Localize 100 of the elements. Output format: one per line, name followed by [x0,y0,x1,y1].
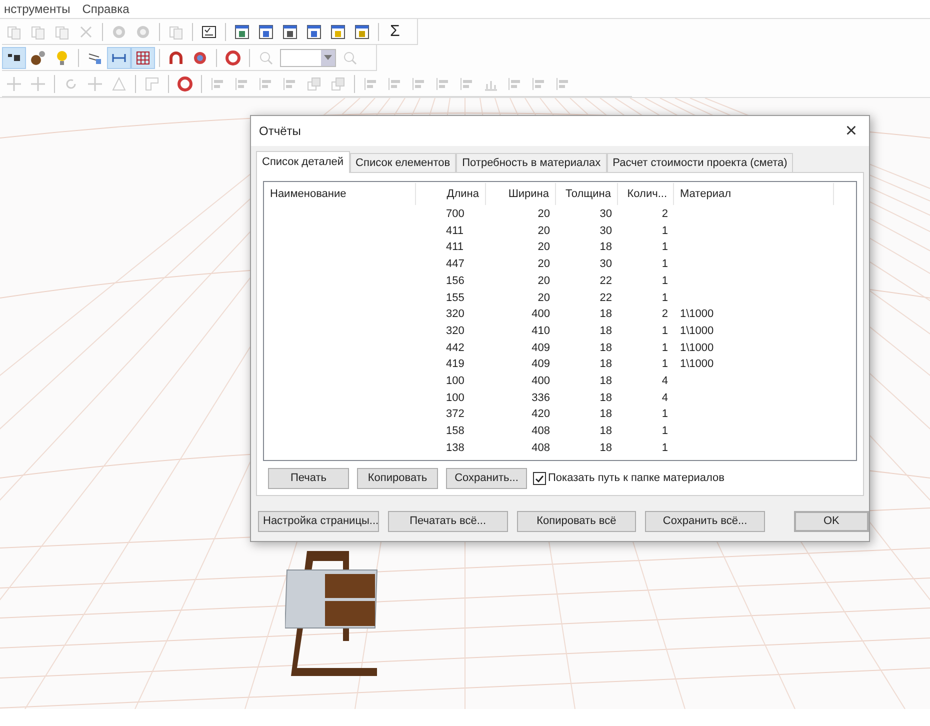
ring-icon [177,76,193,92]
report-window-icon [258,24,274,40]
footer-button[interactable]: Сохранить всё... [645,511,765,532]
table-cell: 4 [662,374,668,387]
table-cell: 408 [532,425,550,438]
close-icon [78,24,94,40]
table-cell: 336 [532,392,550,404]
align-icon [234,76,250,92]
table-cell: 4 [662,392,668,404]
corner-icon [144,76,160,92]
footer-button[interactable]: Копировать всё [516,511,636,532]
checkbox[interactable] [533,472,546,485]
table-cell: 442 [446,342,464,354]
align-icon [459,76,475,92]
sum-button[interactable]: Σ [383,20,407,42]
table-cell: 1 [662,442,668,454]
table-cell: 1\1000 [680,308,714,320]
check-icon [535,474,544,482]
table-cell: 1 [662,342,668,354]
table-cell: 22 [600,274,612,287]
table-cell: 400 [532,374,550,387]
column-header[interactable]: Колич... [618,183,674,205]
report-window-icon [282,24,298,40]
table-cell: 156 [446,274,464,287]
ring-icon [225,50,241,66]
table-cell: 158 [446,425,464,438]
table-cell: 408 [532,442,550,454]
toolbar-button[interactable] [107,46,131,68]
table-cell: 100 [446,392,464,404]
page-icon [168,24,184,40]
table-cell: 22 [600,292,612,304]
align-icon [531,76,547,92]
report-window-icon [234,24,250,40]
tab[interactable]: Список деталей [256,151,350,173]
zoom-icon [258,50,274,66]
bulb-icon [54,50,70,66]
table-cell: 1 [662,408,668,420]
table-cell: 20 [538,208,550,220]
table-cell: 1 [662,292,668,304]
tab[interactable]: Список елементов [350,153,456,172]
table-cell: 18 [600,392,612,404]
table-cell: 18 [600,374,612,387]
table-cell: 18 [600,308,612,320]
layers-icon [330,76,346,92]
tab[interactable]: Потребность в материалах [456,153,607,172]
table-cell: 100 [446,374,464,387]
table-cell: 30 [600,258,612,270]
zoom-combo-field[interactable] [280,48,336,66]
table-cell: 1 [662,274,668,287]
column-header[interactable]: Наименование [264,183,416,205]
action-button[interactable]: Сохранить... [446,468,527,489]
table-cell: 18 [600,324,612,337]
table-cell: 155 [446,292,464,304]
column-header[interactable]: Ширина [486,183,556,205]
footer-button[interactable]: Настройка страницы... [258,511,379,532]
checklist-icon [201,24,217,40]
tab[interactable]: Расчет стоимости проекта (смета) [606,153,794,172]
footer-button[interactable]: Печатать всё... [388,511,508,532]
table-cell: 20 [538,258,550,270]
move-icon [30,76,46,92]
table-cell: 30 [600,208,612,220]
align-icon [258,76,274,92]
table-cell: 20 [538,292,550,304]
column-header[interactable]: Толщина [556,183,618,205]
table-cell: 1 [662,425,668,438]
toolbar-button[interactable] [131,46,155,68]
layers-icon [306,76,322,92]
report-window-icon [330,24,346,40]
table-cell: 20 [538,274,550,287]
move-icon [6,76,22,92]
table-cell: 1 [662,241,668,254]
table-cell: 1\1000 [680,324,714,337]
table-cell: 411 [446,241,464,254]
table-cell: 18 [600,358,612,370]
toolbar-button[interactable] [2,46,26,68]
page-icon [6,24,22,40]
target-icon [192,50,208,66]
table-cell: 18 [600,408,612,420]
column-header[interactable]: Длина [416,183,486,205]
checkbox-label: Показать путь к папке материалов [548,471,724,486]
table-cell: 400 [532,308,550,320]
table-cell: 700 [446,208,464,220]
table-cell: 18 [600,442,612,454]
magnet-icon [168,50,184,66]
menu-item[interactable]: Справка [82,0,130,18]
column-header[interactable]: Материал [674,183,834,205]
align-icon [555,76,571,92]
menu-item[interactable]: нструменты [4,0,70,18]
table-cell: 1\1000 [680,358,714,370]
action-button[interactable]: Копировать [357,468,438,489]
table-cell: 1 [662,324,668,337]
close-button[interactable]: × [841,121,861,141]
table-cell: 1\1000 [680,342,714,354]
table-cell: 1 [662,224,668,237]
action-button[interactable]: Печать [268,468,349,489]
zoom-icon [342,50,358,66]
table-cell: 30 [600,224,612,237]
page-icon [30,24,46,40]
table-cell: 2 [662,208,668,220]
ok-button[interactable]: OK [794,511,870,532]
